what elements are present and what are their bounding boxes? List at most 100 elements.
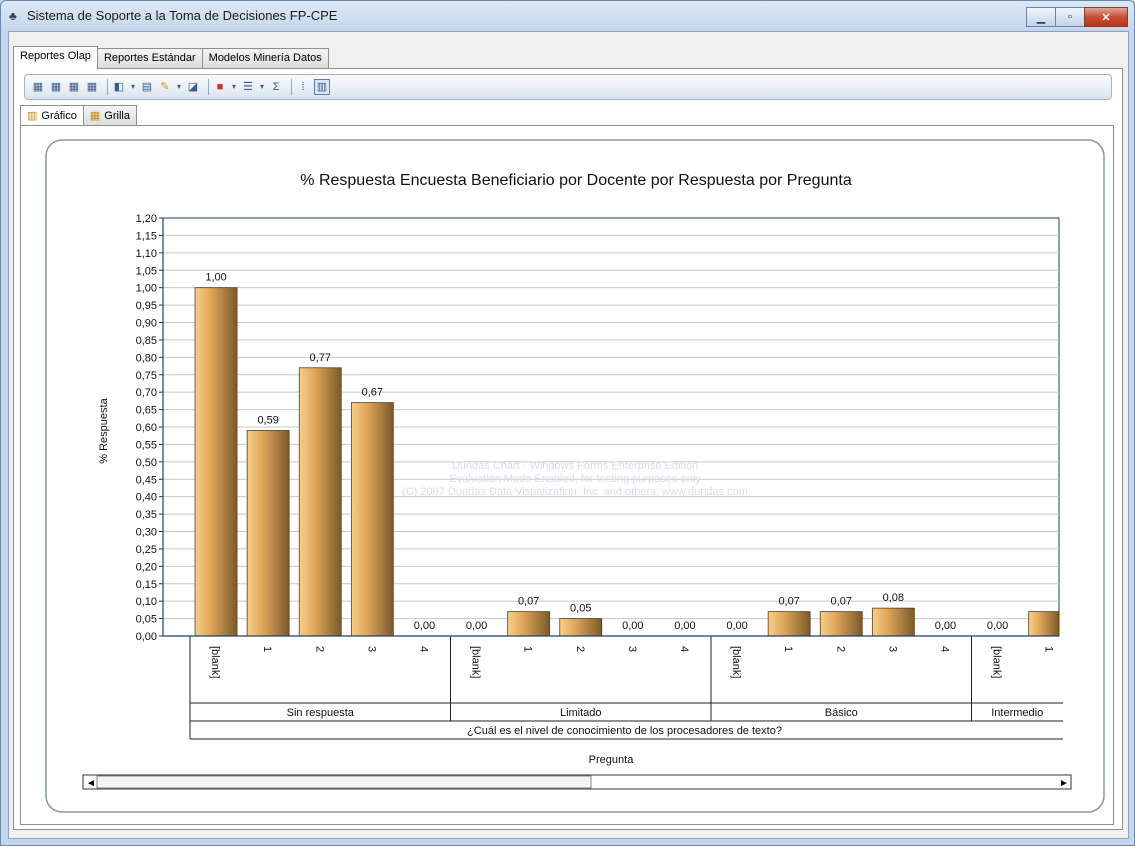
x-tick-label: 1 <box>261 646 273 652</box>
main-tabs: Reportes Olap Reportes Estándar Modelos … <box>13 46 329 69</box>
data-label: 0,00 <box>414 620 435 632</box>
data-label: 0,08 <box>883 592 904 604</box>
bar <box>559 618 603 637</box>
x-tick-label: 3 <box>365 646 377 652</box>
pen-icon[interactable]: ✎ <box>158 80 172 94</box>
grid-icon[interactable]: ▤ <box>140 80 154 94</box>
x-tick-label: 2 <box>834 646 846 652</box>
y-tick-label: 0,65 <box>136 405 157 417</box>
cube-icon[interactable]: ▦ <box>85 80 99 94</box>
window-controls: ▁ ▫ ✕ <box>1026 7 1128 27</box>
watermark-line-2: Evaluation Mode Enabled, for testing pur… <box>449 473 701 485</box>
y-tick-label: 0,25 <box>136 544 157 556</box>
data-label: 0,67 <box>362 387 383 399</box>
y-tick-label: 0,95 <box>136 300 157 312</box>
bar <box>507 611 551 637</box>
x-tick-label: 1 <box>782 646 794 652</box>
cube-icon[interactable]: ▦ <box>67 80 81 94</box>
y-tick-label: 1,05 <box>136 265 157 277</box>
tab-grafico[interactable]: ▥ Gráfico <box>20 105 84 126</box>
y-tick-label: 1,00 <box>136 283 157 295</box>
cube-icon[interactable]: ▦ <box>31 80 45 94</box>
data-label: 0,77 <box>310 352 331 364</box>
x-tick-label: 2 <box>574 646 586 652</box>
y-tick-label: 0,55 <box>136 439 157 451</box>
data-label: 0,00 <box>726 620 747 632</box>
chart-view-icon[interactable]: ▥ <box>314 79 330 95</box>
title-bar: ♣ Sistema de Soporte a la Toma de Decisi… <box>1 1 1134 31</box>
app-icon: ♣ <box>9 9 17 23</box>
y-tick-label: 1,10 <box>136 248 157 260</box>
bar <box>767 611 811 637</box>
group-label: Básico <box>825 707 858 719</box>
app-window: ♣ Sistema de Soporte a la Toma de Decisi… <box>0 0 1135 846</box>
y-tick-label: 0,85 <box>136 335 157 347</box>
y-tick-label: 0,15 <box>136 579 157 591</box>
data-label: 0,00 <box>935 620 956 632</box>
group-label: Limitado <box>560 707 602 719</box>
y-tick-label: 0,70 <box>136 387 157 399</box>
grid-icon: ▦ <box>89 110 101 122</box>
bar <box>819 611 863 637</box>
bar <box>298 367 342 637</box>
x-tick-label: 2 <box>313 646 325 652</box>
x-tick-label: 3 <box>626 646 638 652</box>
chart-panel: % Respuesta Encuesta Beneficiario por Do… <box>45 139 1105 813</box>
tab-modelos-mineria[interactable]: Modelos Minería Datos <box>201 48 329 68</box>
horizontal-scrollbar[interactable]: ◄ ► <box>82 774 1072 790</box>
y-tick-label: 1,20 <box>136 213 157 225</box>
y-tick-label: 0,60 <box>136 422 157 434</box>
x-tick-label: 4 <box>938 646 950 652</box>
layout-icon[interactable]: ☰ <box>241 80 255 94</box>
scroll-right-icon[interactable]: ► <box>1059 778 1069 789</box>
y-tick-label: 0,00 <box>136 631 157 643</box>
window-title: Sistema de Soporte a la Toma de Decision… <box>27 8 338 23</box>
chart-wizard-icon[interactable]: ◪ <box>186 80 200 94</box>
close-button[interactable]: ✕ <box>1084 7 1128 27</box>
scroll-left-icon[interactable]: ◄ <box>86 778 96 789</box>
cube-icon[interactable]: ▦ <box>49 80 63 94</box>
scrollbar-thumb[interactable] <box>96 775 592 789</box>
watermark-line-1: Dundas Chart - Windows Forms Enterprise … <box>452 460 698 472</box>
data-label: 0,07 <box>778 596 799 608</box>
bar <box>350 402 394 637</box>
bar <box>246 430 290 637</box>
toolbar-separator <box>291 79 292 95</box>
dropdown-arrow-icon[interactable]: ▾ <box>259 80 265 94</box>
tab-reportes-olap[interactable]: Reportes Olap <box>13 46 98 69</box>
data-label: 0,05 <box>570 603 591 615</box>
view-tabs: ▥ Gráfico ▦ Grilla <box>20 105 137 126</box>
chart-type-icon[interactable]: ◧ <box>112 80 126 94</box>
y-tick-label: 0,30 <box>136 527 157 539</box>
y-tick-label: 0,10 <box>136 596 157 608</box>
maximize-button[interactable]: ▫ <box>1055 7 1085 27</box>
y-tick-label: 1,15 <box>136 230 157 242</box>
x-tick-label: 1 <box>522 646 534 652</box>
palette-icon[interactable]: ■ <box>213 80 227 94</box>
data-label: 0,00 <box>674 620 695 632</box>
x-tick-label: 4 <box>678 646 690 652</box>
toolbar-separator <box>208 79 209 95</box>
y-tick-label: 0,35 <box>136 509 157 521</box>
chart-title: % Respuesta Encuesta Beneficiario por Do… <box>300 172 852 189</box>
x-tick-label: 4 <box>417 646 429 652</box>
watermark-line-3: (C) 2007 Dundas Data Visualization, Inc.… <box>402 486 748 498</box>
sum-icon[interactable]: Σ <box>269 80 283 94</box>
group-label: Sin respuesta <box>287 707 355 719</box>
bar <box>194 287 238 637</box>
data-labels-icon[interactable]: ⁞ <box>296 80 310 94</box>
tab-grilla-label: Grilla <box>104 110 130 122</box>
dropdown-arrow-icon[interactable]: ▾ <box>130 80 136 94</box>
dropdown-arrow-icon[interactable]: ▾ <box>231 80 237 94</box>
y-axis-label: % Respuesta <box>98 397 110 463</box>
minimize-button[interactable]: ▁ <box>1026 7 1056 27</box>
y-tick-label: 0,45 <box>136 474 157 486</box>
data-label: 0,00 <box>622 620 643 632</box>
data-label: 0,07 <box>831 596 852 608</box>
x-axis-label: Pregunta <box>589 754 635 766</box>
dropdown-arrow-icon[interactable]: ▾ <box>176 80 182 94</box>
tab-grilla[interactable]: ▦ Grilla <box>82 105 137 126</box>
y-tick-label: 0,80 <box>136 352 157 364</box>
tab-reportes-estandar[interactable]: Reportes Estándar <box>96 48 203 68</box>
data-label: 0,00 <box>987 620 1008 632</box>
